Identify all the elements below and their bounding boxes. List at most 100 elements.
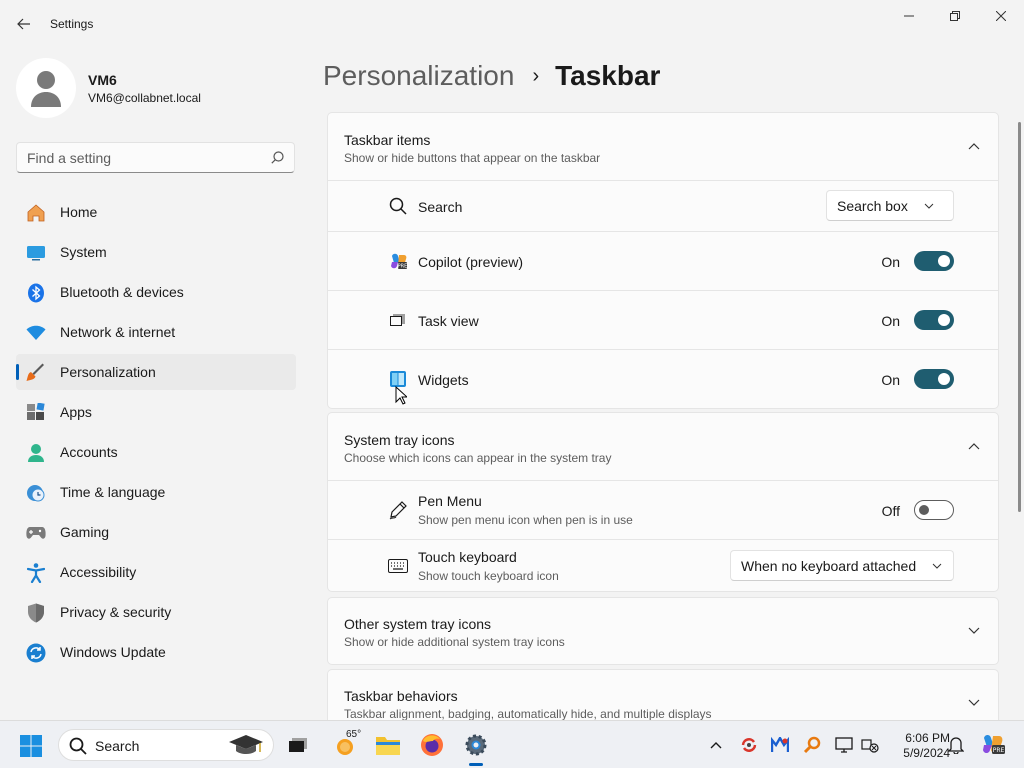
- display-icon[interactable]: [834, 735, 854, 755]
- scrollbar-thumb[interactable]: [1018, 122, 1021, 512]
- back-arrow-icon: [17, 18, 30, 30]
- gamepad-icon: [26, 523, 46, 543]
- sidebar-item-label: Accessibility: [60, 564, 137, 580]
- close-button[interactable]: [978, 0, 1024, 32]
- widgets-toggle[interactable]: [914, 369, 954, 389]
- search-tool-icon[interactable]: [802, 735, 822, 755]
- mouse-cursor-icon: [395, 385, 409, 410]
- chevron-down-icon[interactable]: [966, 623, 982, 639]
- sidebar-item-label: Home: [60, 204, 98, 220]
- chevron-up-icon[interactable]: [706, 735, 726, 755]
- accessibility-icon: [26, 563, 46, 583]
- taskbar-items-header[interactable]: Taskbar items Show or hide buttons that …: [328, 113, 998, 180]
- toggle-state-text: On: [881, 254, 900, 270]
- minimize-button[interactable]: [886, 0, 932, 32]
- settings-search[interactable]: [16, 142, 295, 173]
- apps-icon: [26, 403, 46, 423]
- sidebar-item-home[interactable]: Home: [16, 194, 296, 230]
- globe-clock-icon: [26, 483, 46, 503]
- sidebar-item-accessibility[interactable]: Accessibility: [16, 554, 296, 590]
- restore-button[interactable]: [932, 0, 978, 32]
- gear-icon: [465, 734, 487, 756]
- sidebar-item-gaming[interactable]: Gaming: [16, 514, 296, 550]
- folder-icon: [376, 737, 400, 755]
- toggle-state-text: On: [881, 372, 900, 388]
- search-icon: [69, 737, 87, 760]
- windows-logo-icon: [20, 735, 42, 757]
- graduation-cap-icon: [227, 732, 265, 763]
- pen-menu-setting-row: Pen Menu Show pen menu icon when pen is …: [328, 480, 998, 539]
- back-button[interactable]: [10, 10, 38, 38]
- taskbar-search[interactable]: Search: [58, 729, 274, 761]
- sidebar-item-label: Privacy & security: [60, 604, 172, 620]
- taskbar-task-view[interactable]: [282, 729, 314, 761]
- task-view-toggle[interactable]: [914, 310, 954, 330]
- update-icon: [26, 643, 46, 663]
- search-icon: [388, 196, 408, 216]
- chevron-down-icon[interactable]: [966, 695, 982, 711]
- antimalware-icon[interactable]: [770, 735, 790, 755]
- row-label: Pen Menu: [418, 493, 482, 509]
- pen-icon: [388, 500, 408, 520]
- sidebar-item-time-language[interactable]: Time & language: [16, 474, 296, 510]
- network-status-icon[interactable]: [860, 735, 880, 755]
- user-email: VM6@collabnet.local: [88, 91, 201, 105]
- taskbar-behaviors-section[interactable]: Taskbar behaviors Taskbar alignment, bad…: [327, 669, 999, 720]
- sidebar-item-windows-update[interactable]: Windows Update: [16, 634, 296, 670]
- sidebar-item-personalization[interactable]: Personalization: [16, 354, 296, 390]
- svg-text:PRE: PRE: [398, 264, 407, 270]
- user-avatar-icon: [31, 71, 61, 107]
- sidebar-item-system[interactable]: System: [16, 234, 296, 270]
- section-subtitle: Show or hide buttons that appear on the …: [344, 151, 601, 165]
- sidebar-nav: Home System Bluetooth & devices Network …: [16, 194, 296, 674]
- restore-icon: [950, 11, 960, 21]
- toggle-state-text: Off: [881, 503, 900, 519]
- dropdown-value: When no keyboard attached: [741, 557, 917, 574]
- sidebar-item-apps[interactable]: Apps: [16, 394, 296, 430]
- sidebar-item-label: Windows Update: [60, 644, 166, 660]
- section-title: System tray icons: [344, 432, 455, 448]
- bluetooth-icon: [26, 283, 46, 303]
- system-clock[interactable]: 6:06 PM 5/9/2024: [886, 731, 950, 761]
- copilot-icon[interactable]: PRE: [980, 732, 1006, 756]
- row-description: Show pen menu icon when pen is in use: [418, 513, 633, 527]
- taskbar-firefox[interactable]: [416, 729, 448, 761]
- breadcrumb: Personalization › Taskbar: [323, 58, 660, 94]
- taskbar-settings[interactable]: [460, 729, 492, 766]
- chevron-up-icon[interactable]: [966, 138, 982, 154]
- sidebar-item-network[interactable]: Network & internet: [16, 314, 296, 350]
- section-subtitle: Show or hide additional system tray icon…: [344, 635, 565, 649]
- taskbar-items-section: Taskbar items Show or hide buttons that …: [327, 112, 999, 409]
- sync-app-icon[interactable]: [739, 735, 759, 755]
- pen-menu-toggle[interactable]: [914, 500, 954, 520]
- task-view-icon: [388, 310, 408, 330]
- touch-keyboard-dropdown[interactable]: When no keyboard attached: [730, 550, 954, 581]
- sidebar-item-bluetooth[interactable]: Bluetooth & devices: [16, 274, 296, 310]
- copilot-toggle[interactable]: [914, 251, 954, 271]
- app-title: Settings: [50, 17, 94, 31]
- sidebar-item-privacy-security[interactable]: Privacy & security: [16, 594, 296, 630]
- sidebar-item-accounts[interactable]: Accounts: [16, 434, 296, 470]
- svg-text:PRE: PRE: [993, 747, 1005, 754]
- other-tray-header[interactable]: Other system tray icons Show or hide add…: [328, 598, 998, 664]
- section-title: Taskbar items: [344, 132, 431, 148]
- user-profile[interactable]: VM6 VM6@collabnet.local: [16, 58, 296, 118]
- search-input[interactable]: [27, 143, 267, 172]
- windows-taskbar: Search 65° 6:06 PM 5/9/2024 PRE: [0, 720, 1024, 768]
- chevron-up-icon[interactable]: [966, 438, 982, 454]
- start-button[interactable]: [16, 731, 46, 761]
- weather-temperature: 65°: [346, 729, 362, 740]
- toggle-knob: [938, 373, 950, 385]
- dropdown-value: Search box: [837, 197, 908, 214]
- system-tray-header[interactable]: System tray icons Choose which icons can…: [328, 413, 998, 480]
- notification-bell-icon[interactable]: [946, 735, 966, 755]
- minimize-icon: [904, 15, 914, 17]
- taskbar-file-explorer[interactable]: [372, 729, 404, 761]
- other-tray-section[interactable]: Other system tray icons Show or hide add…: [327, 597, 999, 665]
- search-icon: [271, 151, 284, 169]
- shield-icon: [26, 603, 46, 623]
- taskbar-behaviors-header[interactable]: Taskbar behaviors Taskbar alignment, bad…: [328, 670, 998, 720]
- sidebar-item-label: Network & internet: [60, 324, 176, 340]
- search-mode-dropdown[interactable]: Search box: [826, 190, 954, 221]
- breadcrumb-parent[interactable]: Personalization: [323, 60, 514, 92]
